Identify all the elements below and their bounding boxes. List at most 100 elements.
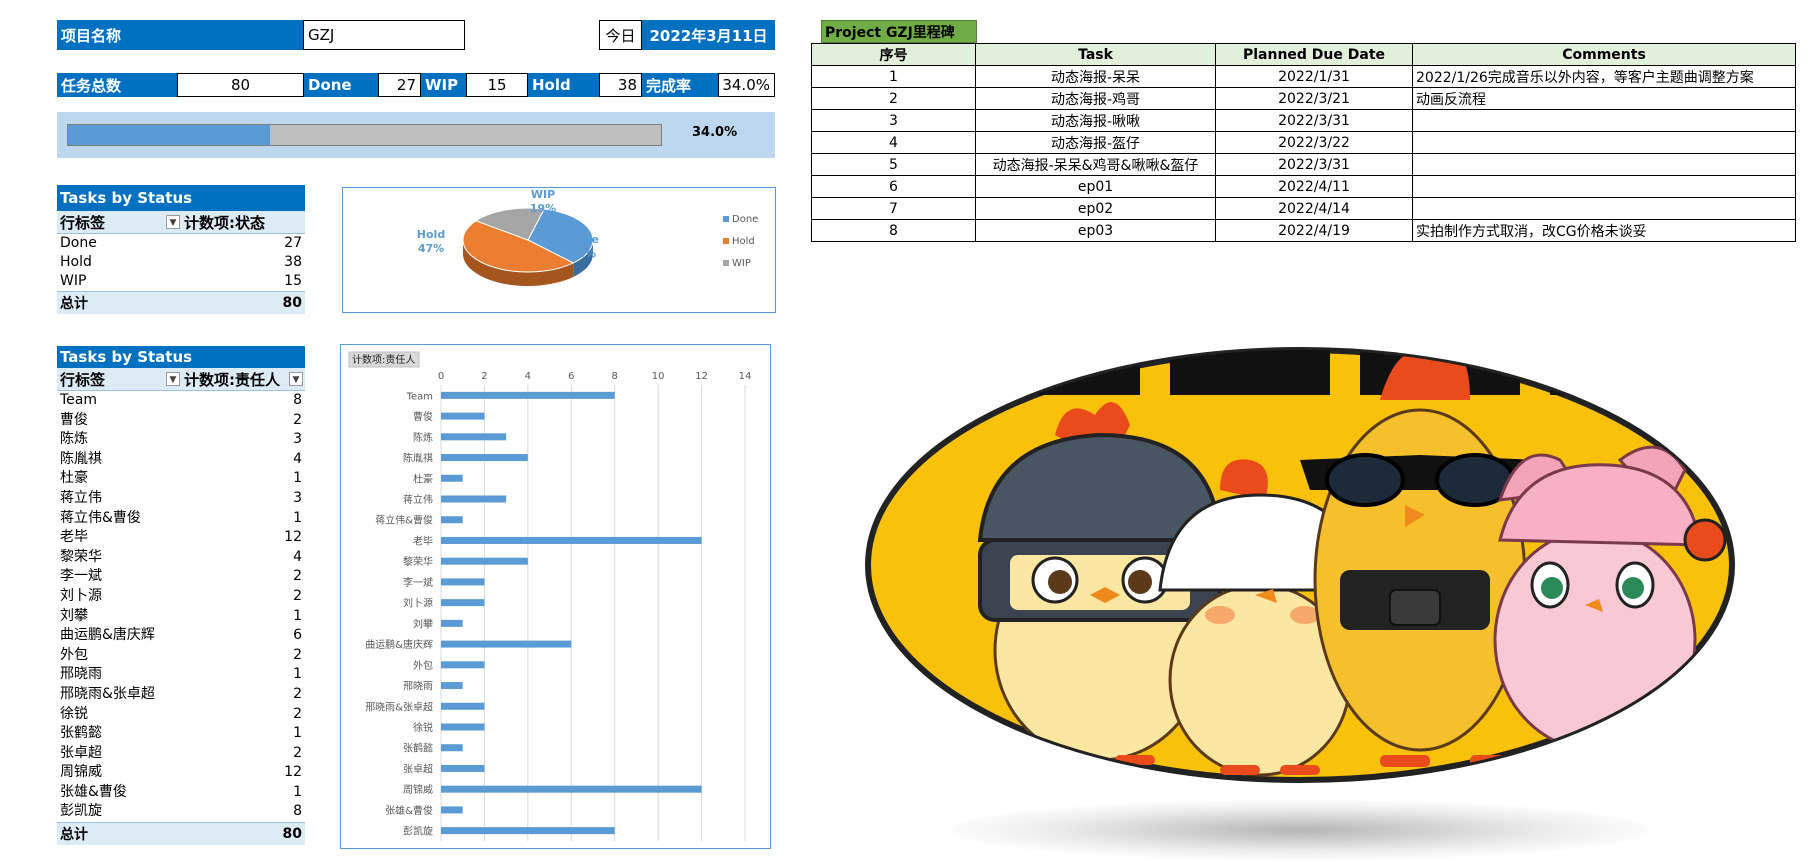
bar[interactable] bbox=[441, 536, 702, 544]
owner-row[interactable]: 刘攀 1 bbox=[57, 607, 305, 627]
bar[interactable] bbox=[441, 744, 463, 752]
milestone-cell[interactable]: 动态海报-啾啾 bbox=[975, 109, 1216, 132]
owner-row[interactable]: 张雄&曹俊 1 bbox=[57, 783, 305, 803]
milestone-cell[interactable] bbox=[1412, 197, 1796, 220]
bar[interactable] bbox=[441, 806, 463, 814]
owner-row[interactable]: 曲运鹏&唐庆辉 6 bbox=[57, 626, 305, 646]
milestone-cell[interactable]: 2 bbox=[811, 87, 976, 110]
milestone-cell[interactable] bbox=[1412, 109, 1796, 132]
status-row[interactable]: WIP 15 bbox=[57, 272, 305, 291]
milestone-cell[interactable]: 1 bbox=[811, 65, 976, 88]
milestone-row[interactable]: 8 ep03 2022/4/19 实拍制作方式取消，改CG价格未谈妥 bbox=[811, 219, 1796, 242]
milestone-cell[interactable]: 2022/4/14 bbox=[1215, 197, 1413, 220]
owner-row[interactable]: 蒋立伟 3 bbox=[57, 489, 305, 509]
y-category-label: 刘卜源 bbox=[403, 597, 433, 610]
owner-row[interactable]: 周锦威 12 bbox=[57, 763, 305, 783]
milestone-cell[interactable]: ep01 bbox=[975, 175, 1216, 198]
completion-rate-value[interactable]: 34.0% bbox=[718, 73, 775, 97]
bar[interactable] bbox=[441, 702, 485, 710]
bar[interactable] bbox=[441, 619, 463, 627]
bar[interactable] bbox=[441, 495, 507, 503]
owner-row[interactable]: 陈胤祺 4 bbox=[57, 450, 305, 470]
milestone-cell[interactable] bbox=[1412, 131, 1796, 154]
bar[interactable] bbox=[441, 599, 485, 607]
milestone-cell[interactable]: 2022/3/22 bbox=[1215, 131, 1413, 154]
bar[interactable] bbox=[441, 640, 572, 648]
milestone-row[interactable]: 6 ep01 2022/4/11 bbox=[811, 175, 1796, 198]
milestone-cell[interactable]: 2022/4/19 bbox=[1215, 219, 1413, 242]
bar[interactable] bbox=[441, 391, 615, 399]
status-row[interactable]: Done 27 bbox=[57, 234, 305, 253]
milestone-row[interactable]: 2 动态海报-鸡哥 2022/3/21 动画反流程 bbox=[811, 87, 1796, 110]
hold-value[interactable]: 38 bbox=[599, 73, 642, 97]
owner-row[interactable]: 李一斌 2 bbox=[57, 567, 305, 587]
bar[interactable] bbox=[441, 785, 702, 793]
milestone-cell[interactable] bbox=[1412, 175, 1796, 198]
owner-bar-chart[interactable]: 计数项:责任人 0 2 4 6 8 10 12 14 Team 曹俊 陈炼 陈胤祺 杜豪 蒋立伟 蒋立伟&曹俊… bbox=[340, 344, 771, 849]
owner-row[interactable]: 陈炼 3 bbox=[57, 430, 305, 450]
milestone-cell[interactable]: 2022/4/11 bbox=[1215, 175, 1413, 198]
bar[interactable] bbox=[441, 433, 507, 441]
owner-row[interactable]: 老毕 12 bbox=[57, 528, 305, 548]
total-tasks-value[interactable]: 80 bbox=[177, 73, 304, 97]
milestone-cell[interactable]: 6 bbox=[811, 175, 976, 198]
owner-row[interactable]: 邢晓雨&张卓超 2 bbox=[57, 685, 305, 705]
milestone-cell[interactable]: 动态海报-鸡哥 bbox=[975, 87, 1216, 110]
filter-dropdown-icon[interactable]: ▼ bbox=[166, 372, 180, 386]
bar[interactable] bbox=[441, 578, 485, 586]
bar[interactable] bbox=[441, 454, 528, 462]
owner-row[interactable]: 张鹤懿 1 bbox=[57, 724, 305, 744]
owner-row[interactable]: 外包 2 bbox=[57, 646, 305, 666]
owner-row[interactable]: Team 8 bbox=[57, 391, 305, 411]
filter-dropdown-icon[interactable]: ▼ bbox=[289, 372, 303, 386]
milestone-cell[interactable]: 8 bbox=[811, 219, 976, 242]
milestone-cell[interactable]: 2022/3/21 bbox=[1215, 87, 1413, 110]
owner-row[interactable]: 邢晓雨 1 bbox=[57, 665, 305, 685]
milestone-cell[interactable]: 4 bbox=[811, 131, 976, 154]
today-value[interactable]: 2022年3月11日 bbox=[642, 20, 775, 50]
owner-row[interactable]: 徐锐 2 bbox=[57, 705, 305, 725]
bar[interactable] bbox=[441, 557, 528, 565]
filter-dropdown-icon[interactable]: ▼ bbox=[166, 215, 180, 229]
milestone-cell[interactable]: 2022/3/31 bbox=[1215, 109, 1413, 132]
milestone-row[interactable]: 5 动态海报-呆呆&鸡哥&啾啾&盔仔 2022/3/31 bbox=[811, 153, 1796, 176]
milestone-cell[interactable]: 动态海报-呆呆 bbox=[975, 65, 1216, 88]
milestone-cell[interactable]: 7 bbox=[811, 197, 976, 220]
milestone-cell[interactable]: 动态海报-盔仔 bbox=[975, 131, 1216, 154]
milestone-cell[interactable] bbox=[1412, 153, 1796, 176]
status-row[interactable]: Hold 38 bbox=[57, 253, 305, 272]
bar[interactable] bbox=[441, 661, 485, 669]
owner-row[interactable]: 刘卜源 2 bbox=[57, 587, 305, 607]
milestone-cell[interactable]: ep02 bbox=[975, 197, 1216, 220]
bar[interactable] bbox=[441, 474, 463, 482]
milestone-cell[interactable]: 3 bbox=[811, 109, 976, 132]
milestone-cell[interactable]: 2022/3/31 bbox=[1215, 153, 1413, 176]
milestone-cell[interactable]: 实拍制作方式取消，改CG价格未谈妥 bbox=[1412, 219, 1796, 242]
bar[interactable] bbox=[441, 516, 463, 524]
status-pie-chart[interactable]: Done 34% Hold 47% WIP 19% Done Hold WIP bbox=[342, 187, 776, 313]
owner-row[interactable]: 张卓超 2 bbox=[57, 744, 305, 764]
milestone-row[interactable]: 1 动态海报-呆呆 2022/1/31 2022/1/26完成音乐以外内容，等客户主题… bbox=[811, 65, 1796, 88]
milestone-row[interactable]: 3 动态海报-啾啾 2022/3/31 bbox=[811, 109, 1796, 132]
milestone-cell[interactable]: 5 bbox=[811, 153, 976, 176]
milestone-cell[interactable]: 2022/1/31 bbox=[1215, 65, 1413, 88]
bar[interactable] bbox=[441, 723, 485, 731]
bar[interactable] bbox=[441, 682, 463, 690]
milestone-cell[interactable]: 动态海报-呆呆&鸡哥&啾啾&盔仔 bbox=[975, 153, 1216, 176]
bar[interactable] bbox=[441, 827, 615, 835]
project-name-value[interactable]: GZJ bbox=[303, 20, 465, 50]
wip-value[interactable]: 15 bbox=[466, 73, 528, 97]
owner-row[interactable]: 蒋立伟&曹俊 1 bbox=[57, 509, 305, 529]
done-value[interactable]: 27 bbox=[378, 73, 421, 97]
owner-row[interactable]: 杜豪 1 bbox=[57, 469, 305, 489]
owner-row[interactable]: 彭凯旋 8 bbox=[57, 802, 305, 822]
owner-row[interactable]: 黎荣华 4 bbox=[57, 548, 305, 568]
milestone-cell[interactable]: 动画反流程 bbox=[1412, 87, 1796, 110]
owner-row[interactable]: 曹俊 2 bbox=[57, 411, 305, 431]
milestone-row[interactable]: 4 动态海报-盔仔 2022/3/22 bbox=[811, 131, 1796, 154]
milestone-row[interactable]: 7 ep02 2022/4/14 bbox=[811, 197, 1796, 220]
milestone-cell[interactable]: 2022/1/26完成音乐以外内容，等客户主题曲调整方案 bbox=[1412, 65, 1796, 88]
bar[interactable] bbox=[441, 412, 485, 420]
bar[interactable] bbox=[441, 764, 485, 772]
milestone-cell[interactable]: ep03 bbox=[975, 219, 1216, 242]
